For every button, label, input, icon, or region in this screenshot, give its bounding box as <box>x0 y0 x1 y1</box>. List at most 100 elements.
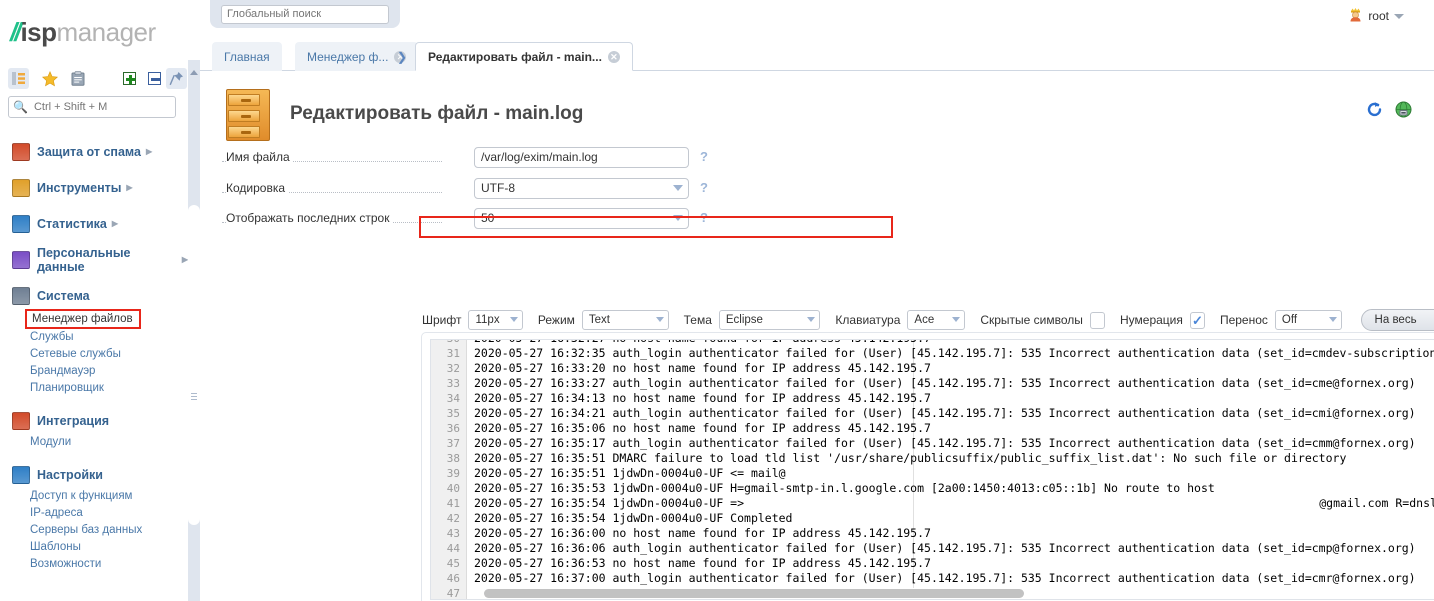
form-label: Кодировка <box>226 181 289 195</box>
code-line: 2020-05-27 16:35:51 1jdwDn-0004u0-UF <= … <box>468 466 1434 481</box>
line-number: 41 <box>446 497 460 510</box>
brand-logo: //ispmanager <box>10 17 156 48</box>
sidebar-subitem[interactable]: Доступ к функциям <box>0 488 188 505</box>
wrap-label: Перенос <box>1219 313 1268 327</box>
sidebar-subitem[interactable]: Сетевые службы <box>0 346 188 363</box>
web-globe-icon[interactable] <box>1395 101 1412 123</box>
close-icon[interactable]: ✕ <box>607 50 620 63</box>
sidebar-subitem[interactable]: Серверы баз данных <box>0 522 188 539</box>
line-number: 34 <box>446 392 460 405</box>
favorites-star-icon[interactable] <box>39 68 60 89</box>
brand-manager: manager <box>56 17 157 47</box>
form-row: Отображать последних строк 50? <box>222 208 708 230</box>
code-line-text: 2020-05-27 16:35:51 1jdwDn-0004u0-UF <= … <box>474 466 786 480</box>
numbering-checkbox[interactable]: ✓ <box>1189 311 1205 329</box>
mode-label: Режим <box>537 313 575 327</box>
line-number: 44 <box>446 542 460 555</box>
code-line-text: 2020-05-27 16:36:00 no host name found f… <box>474 526 931 540</box>
code-editor-panel: 3031 32 33 34 35 36 37 38 39 40 41 42 43 44 45 46 47 202… <box>422 333 1434 601</box>
code-line: 2020-05-27 16:34:21 auth_login authentic… <box>468 406 1434 421</box>
form-label: Имя файла <box>226 150 293 164</box>
code-line-text: 2020-05-27 16:32:27 no host name found f… <box>474 340 931 345</box>
search-field[interactable] <box>31 100 167 114</box>
form-select[interactable]: UTF-8 <box>474 178 689 199</box>
editor-code-area[interactable]: 2020-05-27 16:32:27 no host name found f… <box>468 340 1434 599</box>
expand-all-icon[interactable] <box>119 68 140 89</box>
line-number: 40 <box>446 482 460 495</box>
tab-1[interactable]: Главная <box>212 42 282 71</box>
code-line-text: 2020-05-27 16:36:53 no host name found f… <box>474 556 931 570</box>
editor-hscroll-thumb[interactable] <box>484 589 1024 598</box>
collapse-all-icon[interactable] <box>144 68 165 89</box>
editor-horizontal-scrollbar[interactable] <box>468 588 1434 599</box>
sidebar-subitem[interactable]: IP-адреса <box>0 505 188 522</box>
sidebar-menu: Защита от спама ▶ Инструменты ▶ Статистика ▶ П… <box>0 138 188 583</box>
code-line: 2020-05-27 16:35:17 auth_login authentic… <box>468 436 1434 451</box>
sidebar-item-3[interactable]: Статистика ▶ <box>0 210 188 237</box>
code-line: 2020-05-27 16:37:00 auth_login authentic… <box>468 571 1434 586</box>
tab-label: Менеджер ф... <box>307 49 389 64</box>
page-header: Редактировать файл - main.log <box>222 85 583 143</box>
chevron-down-icon <box>673 215 683 221</box>
code-line: 2020-05-27 16:33:27 auth_login authentic… <box>468 376 1434 391</box>
sidebar-item-1[interactable]: Защита от спама ▶ <box>0 138 188 165</box>
code-line-text: 2020-05-27 16:35:53 1jdwDn-0004u0-UF H=g… <box>474 481 1215 495</box>
help-icon[interactable]: ? <box>700 149 708 164</box>
invisibles-checkbox[interactable] <box>1089 311 1105 329</box>
ace-editor[interactable]: 3031 32 33 34 35 36 37 38 39 40 41 42 43 44 45 46 47 202… <box>430 339 1434 600</box>
chevron-down-icon[interactable] <box>1394 13 1404 19</box>
sidebar-subitem[interactable]: Службы <box>0 329 188 346</box>
chevron-down-icon <box>952 317 961 322</box>
list-view-icon[interactable] <box>8 68 29 89</box>
sidebar-scroll-thumb[interactable] <box>188 205 200 525</box>
sidebar-group-label: Настройки <box>37 467 103 482</box>
sidebar-group-label: Статистика <box>37 216 107 231</box>
fullscreen-button[interactable]: На весь экран <box>1360 309 1434 346</box>
sidebar-item-6[interactable]: Интеграция <box>0 407 188 434</box>
keyboard-select[interactable]: Ace <box>907 310 966 330</box>
wrap-select[interactable]: Off <box>1274 310 1342 330</box>
theme-select[interactable]: Eclipse <box>718 310 821 330</box>
bar-chart-icon <box>12 250 30 269</box>
scroll-up-caret-icon[interactable] <box>190 70 198 75</box>
sidebar-search-input[interactable]: 🔍 <box>8 96 176 118</box>
sidebar-item-2[interactable]: Инструменты ▶ <box>0 174 188 201</box>
pin-icon[interactable] <box>166 68 187 89</box>
settings-monitor-icon <box>12 465 30 484</box>
code-line: 2020-05-27 16:35:54 1jdwDn-0004u0-UF => @… <box>468 496 1434 511</box>
tools-icon <box>12 178 30 197</box>
sidebar-subitem[interactable]: Возможности <box>0 556 188 573</box>
wrap-value: Off <box>1281 314 1298 326</box>
sidebar-item-7[interactable]: Настройки <box>0 461 188 488</box>
editor-gutter: 3031 32 33 34 35 36 37 38 39 40 41 42 43 44 45 46 47 <box>431 340 467 599</box>
sidebar-subitem[interactable]: Планировщик <box>0 380 188 397</box>
code-line-text: 2020-05-27 16:32:35 auth_login authentic… <box>474 346 1434 360</box>
integration-icon <box>12 411 30 430</box>
form-text-input[interactable]: /var/log/exim/main.log <box>474 147 689 168</box>
sidebar-subitem[interactable]: Менеджер файлов <box>25 309 141 329</box>
code-line-text: 2020-05-27 16:33:27 auth_login authentic… <box>474 376 1416 390</box>
line-number: 35 <box>446 407 460 420</box>
clipboard-icon[interactable] <box>67 68 88 89</box>
sidebar-subitem[interactable]: Брандмауэр <box>0 363 188 380</box>
sidebar-splitter-grip[interactable] <box>191 393 197 403</box>
sidebar-item-4[interactable]: Персональные данные ▶ <box>0 246 188 274</box>
font-size-select[interactable]: 11px <box>468 310 523 330</box>
code-line-text: 2020-05-27 16:37:00 auth_login authentic… <box>474 571 1416 585</box>
sidebar-subitem[interactable]: Модули <box>0 434 188 451</box>
sidebar-scrollbar[interactable] <box>188 60 200 601</box>
sidebar-item-5[interactable]: Система <box>0 282 188 309</box>
sidebar-subitem[interactable]: Шаблоны <box>0 539 188 556</box>
user-menu[interactable]: root <box>1348 7 1404 25</box>
refresh-icon[interactable] <box>1366 101 1383 123</box>
global-search-input[interactable] <box>221 4 389 24</box>
line-number: 36 <box>446 422 460 435</box>
form-select[interactable]: 50 <box>474 208 689 229</box>
code-line: 2020-05-27 16:34:13 no host name found f… <box>468 391 1434 406</box>
code-line: 2020-05-27 16:35:54 1jdwDn-0004u0-UF Com… <box>468 511 1434 526</box>
help-icon[interactable]: ? <box>700 180 708 195</box>
check-icon: ✓ <box>1191 312 1203 328</box>
mode-select[interactable]: Text <box>581 310 669 330</box>
help-icon[interactable]: ? <box>700 210 708 225</box>
tab-3[interactable]: Редактировать файл - main... ✕ <box>415 42 633 71</box>
